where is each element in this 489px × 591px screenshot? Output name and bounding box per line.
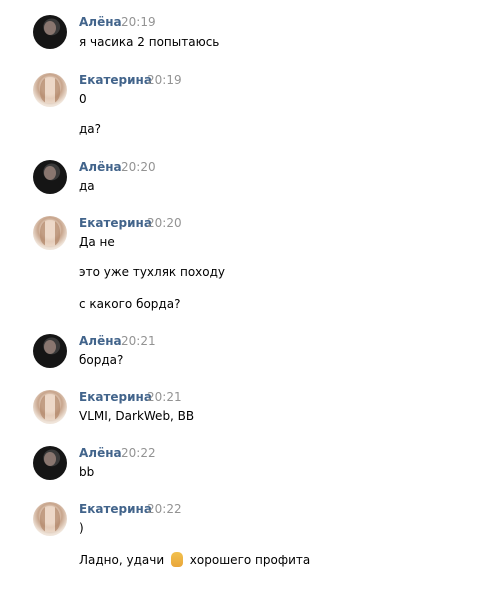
message-text: я часика 2 попытаюсь: [79, 35, 220, 49]
victory-hand-emoji-icon: [170, 552, 183, 567]
author-name[interactable]: Алёна: [79, 15, 122, 30]
message-time[interactable]: 20:19: [147, 73, 182, 88]
author-name[interactable]: Алёна: [79, 446, 122, 461]
message-text: борда?: [79, 353, 124, 367]
message-text: да: [79, 179, 95, 193]
message-text: с какого борда?: [79, 297, 181, 311]
message-text-part: Ладно, удачи: [79, 553, 165, 567]
message-text-part: хорошего профита: [189, 553, 311, 567]
message-text: это уже тухляк походу: [79, 265, 226, 279]
author-name[interactable]: Алёна: [79, 160, 122, 175]
avatar[interactable]: [33, 216, 67, 250]
message-text: ): [79, 521, 84, 535]
message-time[interactable]: 20:20: [121, 160, 156, 175]
message-time[interactable]: 20:22: [121, 446, 156, 461]
avatar[interactable]: [33, 446, 67, 480]
chat-history: Алёна 20:19 я часика 2 попытаюсь Екатери…: [0, 0, 489, 591]
message-time[interactable]: 20:22: [147, 502, 182, 517]
avatar[interactable]: [33, 390, 67, 424]
message-text: Ладно, удачи хорошего профита: [79, 552, 310, 568]
avatar[interactable]: [33, 15, 67, 49]
author-name[interactable]: Алёна: [79, 334, 122, 349]
message-text: да?: [79, 122, 102, 136]
avatar[interactable]: [33, 502, 67, 536]
author-name[interactable]: Екатерина: [79, 73, 152, 88]
author-name[interactable]: Екатерина: [79, 216, 152, 231]
avatar[interactable]: [33, 334, 67, 368]
avatar[interactable]: [33, 160, 67, 194]
avatar[interactable]: [33, 73, 67, 107]
message-time[interactable]: 20:21: [121, 334, 156, 349]
message-text: 0: [79, 92, 87, 106]
message-text: VLMI, DarkWeb, BB: [79, 409, 195, 423]
message-text: bb: [79, 465, 95, 479]
message-time[interactable]: 20:21: [147, 390, 182, 405]
message-time[interactable]: 20:19: [121, 15, 156, 30]
message-time[interactable]: 20:20: [147, 216, 182, 231]
author-name[interactable]: Екатерина: [79, 390, 152, 405]
message-text: Да не: [79, 235, 115, 249]
author-name[interactable]: Екатерина: [79, 502, 152, 517]
